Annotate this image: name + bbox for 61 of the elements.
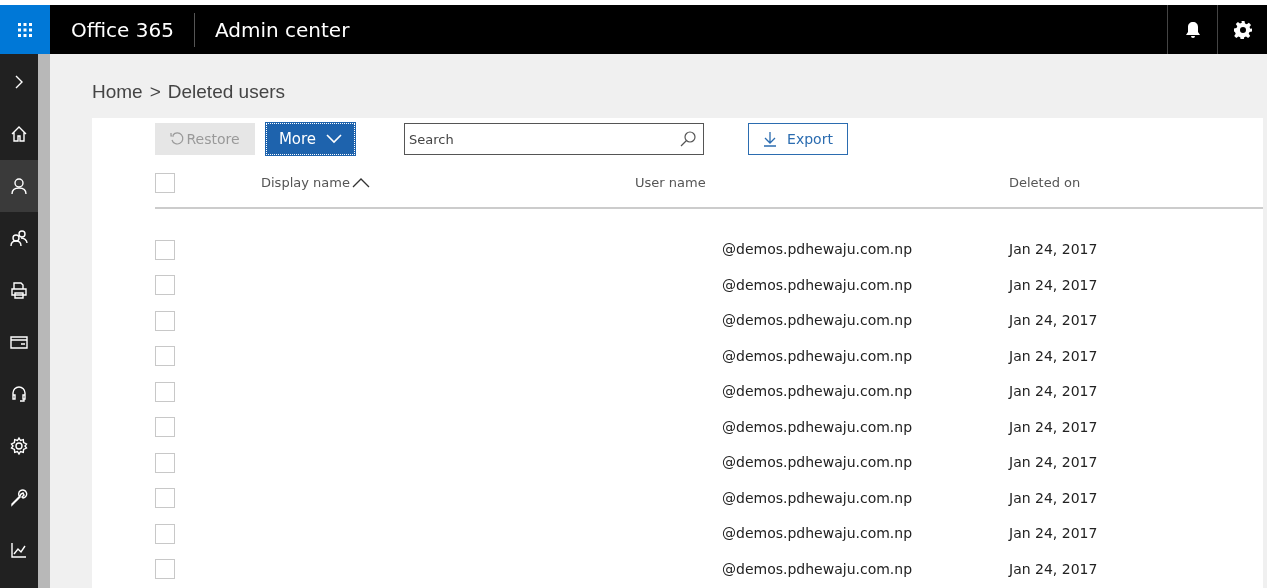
column-header[interactable]: Deleted on [1009,173,1081,193]
row-checkbox[interactable] [155,275,175,296]
deleted-date-cell: Jan 24, 2017 [1009,312,1098,329]
page-title: Deleted users [167,80,286,104]
scrollbar[interactable] [38,54,50,588]
printer-icon [10,281,28,299]
gear-icon [10,437,28,455]
user-name-cell: @demos.pdhewaju.com.np [722,560,913,577]
line-chart-icon [10,541,28,559]
nav-item[interactable] [0,160,38,212]
people-icon [10,229,28,247]
row-checkbox[interactable] [155,239,175,260]
waffle-icon [17,21,33,38]
deleted-date-cell: Jan 24, 2017 [1009,383,1098,400]
row-checkbox[interactable] [155,381,175,402]
person-icon [10,177,28,195]
user-name-cell: @demos.pdhewaju.com.np [722,347,913,364]
app-title: Admin center [213,16,351,44]
row-checkbox[interactable] [155,310,175,331]
deleted-date-cell: Jan 24, 2017 [1009,241,1098,258]
user-name-cell: @demos.pdhewaju.com.np [722,312,913,329]
user-name-cell: @demos.pdhewaju.com.np [722,525,913,542]
export-button[interactable]: Export [748,123,848,155]
column-header[interactable]: User name [635,173,706,193]
download-icon [763,131,778,147]
headset-icon [10,385,28,403]
user-name-cell: @demos.pdhewaju.com.np [722,489,913,506]
search-icon [680,131,696,147]
row-checkbox[interactable] [155,559,175,580]
settings-icon [1233,20,1252,39]
row-checkbox[interactable] [155,523,175,544]
breadcrumb-link[interactable]: Home [92,78,143,118]
user-name-cell: @demos.pdhewaju.com.np [722,383,913,400]
breadcrumb-separator: > [149,80,161,104]
deleted-date-cell: Jan 24, 2017 [1009,560,1098,577]
deleted-date-cell: Jan 24, 2017 [1009,418,1098,435]
user-name-cell: @demos.pdhewaju.com.np [722,241,913,258]
more-button[interactable]: More [266,123,355,155]
home-icon [10,125,28,143]
deleted-date-cell: Jan 24, 2017 [1009,454,1098,471]
search-field[interactable]: Search [404,123,704,155]
wrench-icon [10,489,28,507]
credit-card-icon [10,333,28,351]
select-all-checkbox[interactable] [155,173,175,193]
restore-icon [170,132,185,146]
user-name-cell: @demos.pdhewaju.com.np [722,454,913,471]
bell-icon [1184,20,1201,39]
deleted-date-cell: Jan 24, 2017 [1009,347,1098,364]
deleted-date-cell: Jan 24, 2017 [1009,276,1098,293]
app-launcher-button[interactable] [0,5,50,54]
chevron-down-icon [326,134,343,144]
deleted-date-cell: Jan 24, 2017 [1009,525,1098,542]
row-checkbox[interactable] [155,488,175,509]
row-checkbox[interactable] [155,452,175,473]
row-checkbox[interactable] [155,417,175,438]
row-checkbox[interactable] [155,346,175,367]
column-header[interactable]: Display name [261,173,350,193]
user-name-cell: @demos.pdhewaju.com.np [722,418,913,435]
product-name[interactable]: Office 365 [51,12,195,47]
user-name-cell: @demos.pdhewaju.com.np [722,276,913,293]
deleted-date-cell: Jan 24, 2017 [1009,489,1098,506]
